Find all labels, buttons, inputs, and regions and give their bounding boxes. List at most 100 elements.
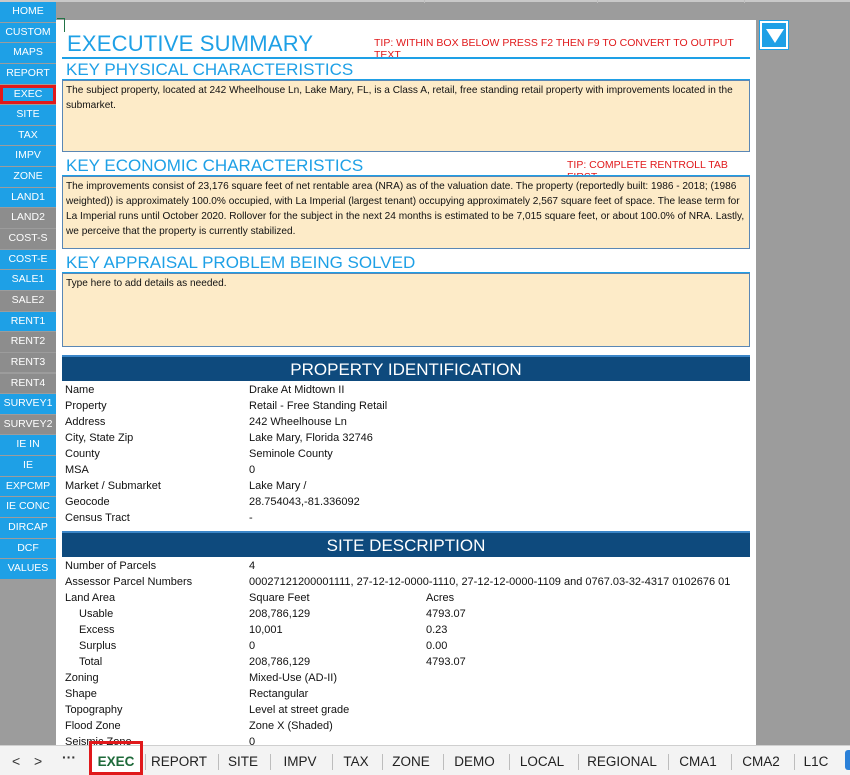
row-value: 242 Wheelhouse Ln [249,416,347,428]
tab-separator [332,754,333,770]
row-value: Drake At Midtown II [249,384,345,396]
row-label: Usable [79,608,114,620]
problem-heading: KEY APPRAISAL PROBLEM BEING SOLVED [66,253,416,272]
nav-button-rent2[interactable]: RENT2 [0,332,56,352]
row-label: Zoning [65,672,99,684]
row-value: Square Feet [249,592,310,604]
row-extra-value: 4793.07 [426,608,466,620]
row-label: Land Area [65,592,116,604]
row-label: Shape [65,688,97,700]
tab-cma1[interactable]: CMA1 [669,746,727,775]
active-cell-marker [57,18,65,32]
tab-report[interactable]: REPORT [146,746,212,775]
nav-button-sale2[interactable]: SALE2 [0,290,56,311]
row-value: 208,786,129 [249,608,311,620]
tab-separator [382,754,383,770]
nav-button-ie[interactable]: IE [0,456,56,476]
nav-button-sale1[interactable]: SALE1 [0,270,56,290]
gridline [597,0,598,3]
nav-button-custom[interactable]: CUSTOM [0,22,56,43]
active-tab-highlight [89,741,143,775]
site-description-bar: SITE DESCRIPTION [62,531,750,557]
column-header-strip [0,0,850,2]
row-label: County [65,448,100,460]
physical-text-box[interactable]: The subject property, located at 242 Whe… [62,80,750,152]
row-value: Lake Mary / [249,480,307,492]
chevron-right-icon[interactable]: > [34,753,42,769]
row-extra-value: 0.23 [426,624,448,636]
nav-button-values[interactable]: VALUES [0,559,56,579]
tab-separator [145,754,146,770]
row-value: 10,001 [249,624,283,636]
row-label: Property [65,400,107,412]
row-label: Total [79,656,103,668]
dropdown-button[interactable] [759,20,789,50]
nav-button-expcmp[interactable]: EXPCMP [0,476,56,497]
nav-button-cost-s[interactable]: COST-S [0,229,56,249]
nav-button-ie-conc[interactable]: IE CONC [0,497,56,517]
tab-regional[interactable]: REGIONAL [579,746,665,775]
nav-button-dircap[interactable]: DIRCAP [0,518,56,538]
nav-button-rent1[interactable]: RENT1 [0,311,56,332]
row-label: Market / Submarket [65,480,161,492]
row-extra-value: Acres [426,592,455,604]
tab-tax[interactable]: TAX [333,746,379,775]
sheet-navigation-panel: HOME CUSTOM MAPS REPORT EXEC SITE TAX IMPV ZONE L… [0,2,56,580]
nav-button-rent3[interactable]: RENT3 [0,352,56,373]
row-value: 28.754043,-81.336092 [249,496,360,508]
tab-separator [794,754,795,770]
economic-text-box[interactable]: The improvements consist of 23,176 squar… [62,176,750,249]
row-label: Number of Parcels [65,560,157,572]
row-value: Lake Mary, Florida 32746 [249,432,373,444]
tab-cma2[interactable]: CMA2 [732,746,790,775]
nav-button-survey1[interactable]: SURVEY1 [0,394,56,414]
nav-button-rent4[interactable]: RENT4 [0,373,56,394]
row-value: Mixed-Use (AD-II) [249,672,338,684]
row-label: Flood Zone [65,720,121,732]
row-value: 0 [249,640,256,652]
row-value: 00027121200001111, 27-12-12-0000-1110, 2… [249,576,731,588]
tab-l1c[interactable]: L1C [795,746,837,775]
nav-button-report[interactable]: REPORT [0,63,56,84]
row-label: Excess [79,624,115,636]
tab-zone[interactable]: ZONE [383,746,439,775]
title-rule [62,57,750,59]
tab-separator [509,754,510,770]
row-value: Seminole County [249,448,333,460]
nav-button-dcf[interactable]: DCF [0,538,56,559]
more-tabs-button[interactable]: ··· [62,749,76,765]
row-label: MSA [65,464,89,476]
nav-button-site[interactable]: SITE [0,105,56,125]
problem-text-box[interactable]: Type here to add details as needed. [62,273,750,347]
tab-separator [668,754,669,770]
row-extra-value: 0.00 [426,640,448,652]
nav-button-zone[interactable]: ZONE [0,167,56,187]
row-extra-value: 4793.07 [426,656,466,668]
tab-local[interactable]: LOCAL [510,746,574,775]
nav-button-cost-e[interactable]: COST-E [0,249,56,270]
page-title: EXECUTIVE SUMMARY [67,31,314,56]
nav-button-land2[interactable]: LAND2 [0,208,56,228]
property-identification-bar: PROPERTY IDENTIFICATION [62,355,750,381]
row-value: Retail - Free Standing Retail [249,400,388,412]
row-label: Name [65,384,95,396]
nav-button-land1[interactable]: LAND1 [0,187,56,208]
nav-button-exec[interactable]: EXEC [0,84,56,105]
row-value: 208,786,129 [249,656,311,668]
row-label: Census Tract [65,512,130,524]
row-value: 0 [249,736,256,745]
nav-button-home[interactable]: HOME [0,2,56,22]
chevron-left-icon[interactable]: < [12,753,20,769]
row-value: - [249,512,253,524]
nav-button-ie-in[interactable]: IE IN [0,435,56,456]
nav-button-survey2[interactable]: SURVEY2 [0,414,56,435]
tab-demo[interactable]: DEMO [444,746,505,775]
tab-site[interactable]: SITE [219,746,267,775]
economic-heading: KEY ECONOMIC CHARACTERISTICS [66,156,364,175]
tab-impv[interactable]: IMPV [271,746,329,775]
row-label: Address [65,416,106,428]
nav-button-maps[interactable]: MAPS [0,43,56,63]
nav-button-impv[interactable]: IMPV [0,146,56,167]
nav-button-tax[interactable]: TAX [0,125,56,146]
tab-scroll-indicator[interactable] [845,750,850,770]
